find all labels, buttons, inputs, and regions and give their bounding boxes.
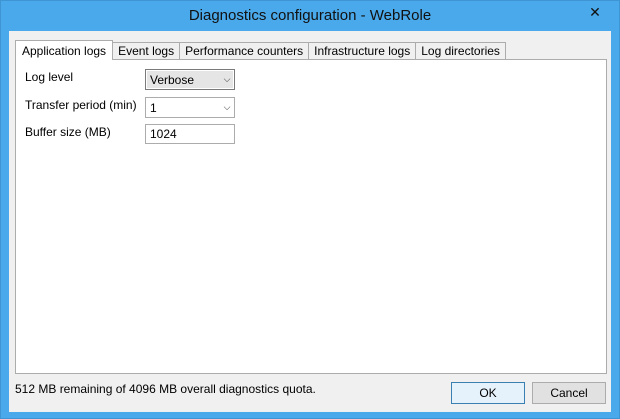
chevron-down-icon: ⌵ (223, 74, 231, 84)
close-button[interactable]: ✕ (579, 2, 611, 22)
tab-infrastructure-logs[interactable]: Infrastructure logs (308, 42, 417, 59)
tab-application-logs[interactable]: Application logs (15, 40, 114, 60)
transfer-period-select[interactable]: 1 ⌵ (145, 97, 235, 118)
log-level-value: Verbose (150, 72, 195, 87)
tab-event-logs[interactable]: Event logs (112, 42, 181, 59)
transfer-period-label: Transfer period (min) (25, 98, 137, 112)
quota-status: 512 MB remaining of 4096 MB overall diag… (15, 382, 316, 396)
tab-performance-counters[interactable]: Performance counters (179, 42, 310, 59)
chevron-down-icon: ⌵ (223, 102, 231, 112)
tab-strip: Application logs Event logs Performance … (15, 40, 506, 60)
title-bar[interactable]: Diagnostics configuration - WebRole ✕ (1, 1, 619, 31)
tab-panel: Log level Verbose ⌵ Transfer period (min… (15, 59, 607, 374)
window-title: Diagnostics configuration - WebRole (188, 7, 432, 24)
dialog-window: Diagnostics configuration - WebRole ✕ Ap… (0, 0, 620, 419)
dialog-client-area: Application logs Event logs Performance … (9, 31, 611, 412)
buffer-size-value: 1024 (150, 127, 177, 141)
cancel-button[interactable]: Cancel (532, 382, 606, 404)
buffer-size-label: Buffer size (MB) (25, 125, 111, 139)
close-icon: ✕ (589, 3, 601, 20)
ok-button[interactable]: OK (451, 382, 525, 404)
log-level-label: Log level (25, 70, 74, 84)
log-level-select[interactable]: Verbose ⌵ (145, 69, 235, 90)
buffer-size-input[interactable]: 1024 (145, 124, 235, 144)
tab-log-directories[interactable]: Log directories (415, 42, 506, 59)
transfer-period-value: 1 (150, 100, 157, 115)
